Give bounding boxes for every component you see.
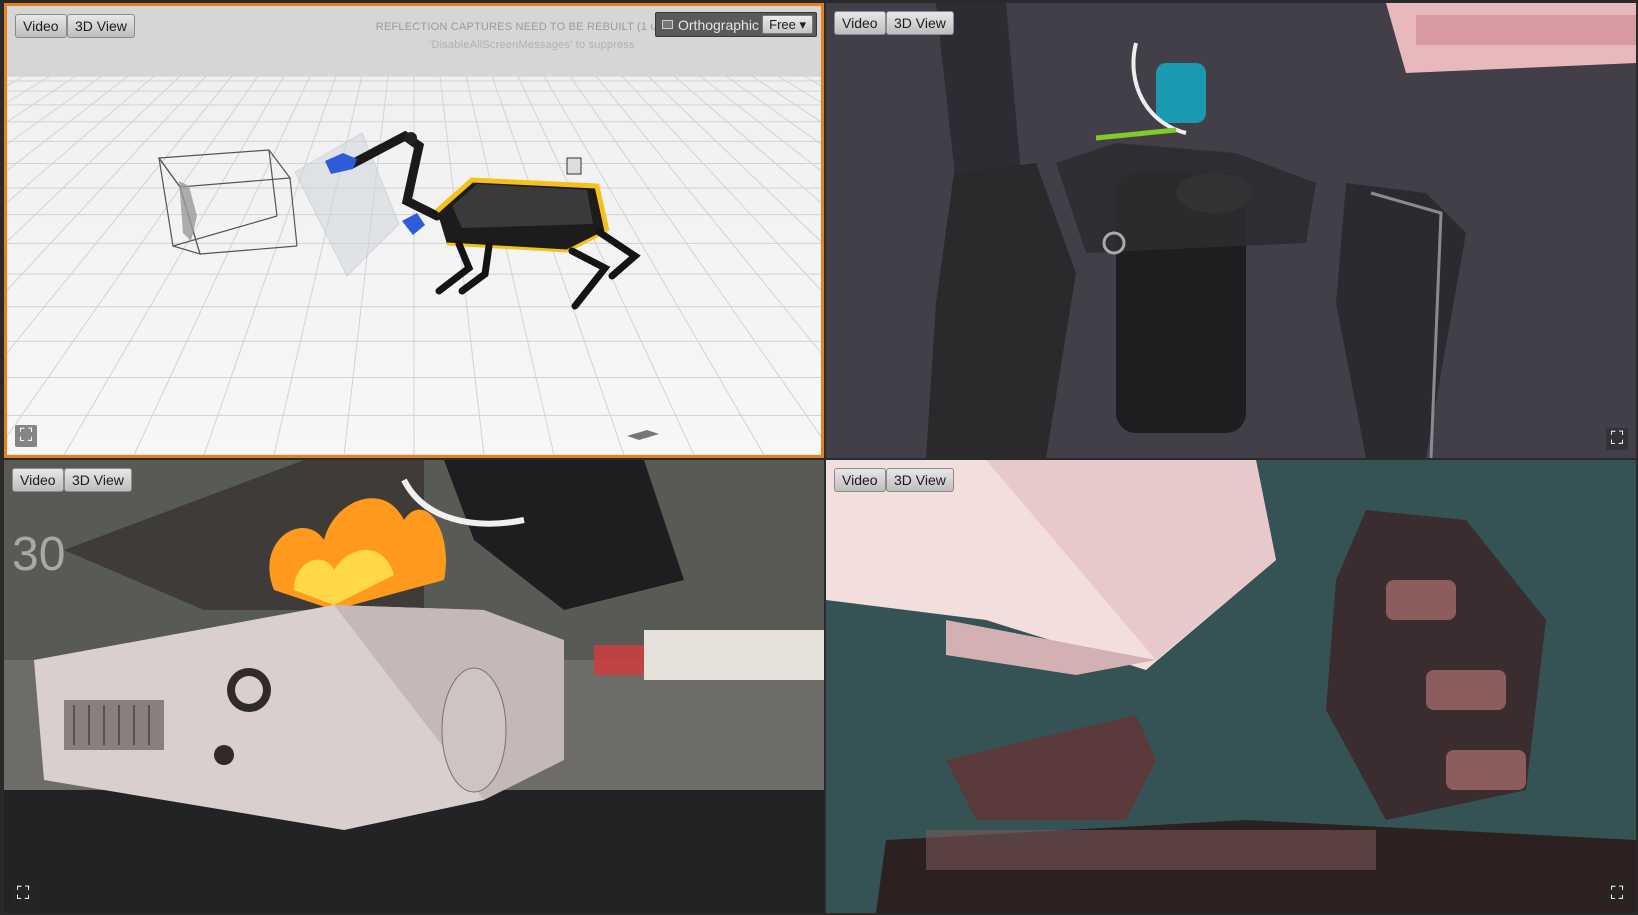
expand-icon[interactable]: ⛶ xyxy=(1606,428,1628,450)
viewport-3d-robot[interactable]: REFLECTION CAPTURES NEED TO BE REBUILT (… xyxy=(4,3,824,458)
video-button[interactable]: Video xyxy=(12,468,64,492)
expand-icon[interactable]: ⛶ xyxy=(1606,883,1628,905)
video-button[interactable]: Video xyxy=(834,468,886,492)
projection-label[interactable]: Orthographic xyxy=(678,17,759,33)
warning-text: REFLECTION CAPTURES NEED TO BE REBUILT (… xyxy=(375,21,689,33)
3d-view-button[interactable]: 3D View xyxy=(886,468,954,492)
3d-view-button[interactable]: 3D View xyxy=(886,11,954,35)
camera-image-gripper xyxy=(826,460,1636,913)
view-mode-dropdown[interactable]: Free ▾ xyxy=(762,15,813,34)
painted-number: 30 xyxy=(12,528,65,581)
reflection-warning: REFLECTION CAPTURES NEED TO BE REBUILT (… xyxy=(367,20,697,52)
camera-image-fire: 30 xyxy=(4,460,824,913)
scene-3d-render xyxy=(7,6,821,455)
3d-view-button[interactable]: 3D View xyxy=(64,468,132,492)
warning-subtext: 'DisableAllScreenMessages' to suppress xyxy=(429,39,635,51)
viewport-camera-feed-1[interactable]: Video 3D View ⛶ xyxy=(826,3,1636,458)
camera-image-legs xyxy=(826,3,1636,458)
projection-toolbar: Orthographic Free ▾ xyxy=(655,12,817,37)
video-button[interactable]: Video xyxy=(834,11,886,35)
video-button[interactable]: Video xyxy=(15,14,67,38)
expand-icon[interactable]: ⛶ xyxy=(15,425,37,447)
viewport-camera-feed-3[interactable]: Video 3D View ⛶ xyxy=(826,460,1636,913)
viewport-camera-feed-2[interactable]: 30 Video 3D View ⛶ xyxy=(4,460,824,913)
viewport-grid: REFLECTION CAPTURES NEED TO BE REBUILT (… xyxy=(0,0,1638,915)
3d-view-button[interactable]: 3D View xyxy=(67,14,135,38)
viewport-icon xyxy=(662,20,673,29)
expand-icon[interactable]: ⛶ xyxy=(12,883,34,905)
